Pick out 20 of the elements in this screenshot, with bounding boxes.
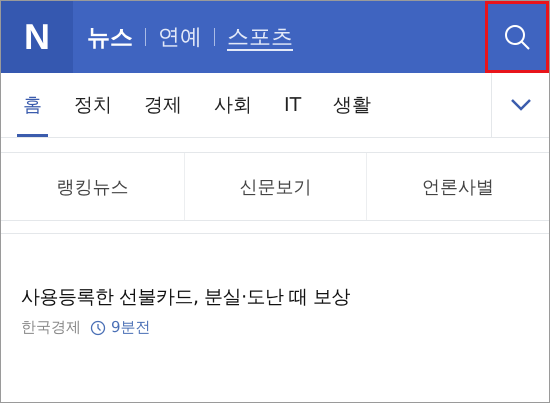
clock-icon <box>90 320 106 336</box>
article-time: 9분전 <box>111 318 151 337</box>
section-link[interactable]: 연예 <box>158 22 202 52</box>
category-tab[interactable]: 정치 <box>58 73 128 137</box>
category-tab[interactable]: IT <box>268 73 318 137</box>
category-tab[interactable]: 생활 <box>317 73 388 137</box>
subnav-link[interactable]: 랭킹뉴스 <box>1 153 184 220</box>
section-link[interactable]: 스포츠 <box>227 22 293 52</box>
section-link[interactable]: 뉴스 <box>87 22 133 52</box>
chevron-down-icon <box>510 98 532 112</box>
logo[interactable]: N <box>1 1 73 73</box>
category-tab[interactable]: 경제 <box>128 73 198 137</box>
search-icon <box>502 22 532 52</box>
article-headline[interactable]: 사용등록한 선불카드, 분실·도난 때 보상 <box>21 284 529 310</box>
category-tab[interactable]: 사회 <box>198 73 268 137</box>
subnav-link[interactable]: 신문보기 <box>184 153 366 220</box>
subnav-link[interactable]: 언론사별 <box>366 153 549 220</box>
search-button[interactable] <box>485 1 549 73</box>
article-source: 한국경제 <box>21 318 81 337</box>
category-tab[interactable]: 홈 <box>17 73 48 137</box>
